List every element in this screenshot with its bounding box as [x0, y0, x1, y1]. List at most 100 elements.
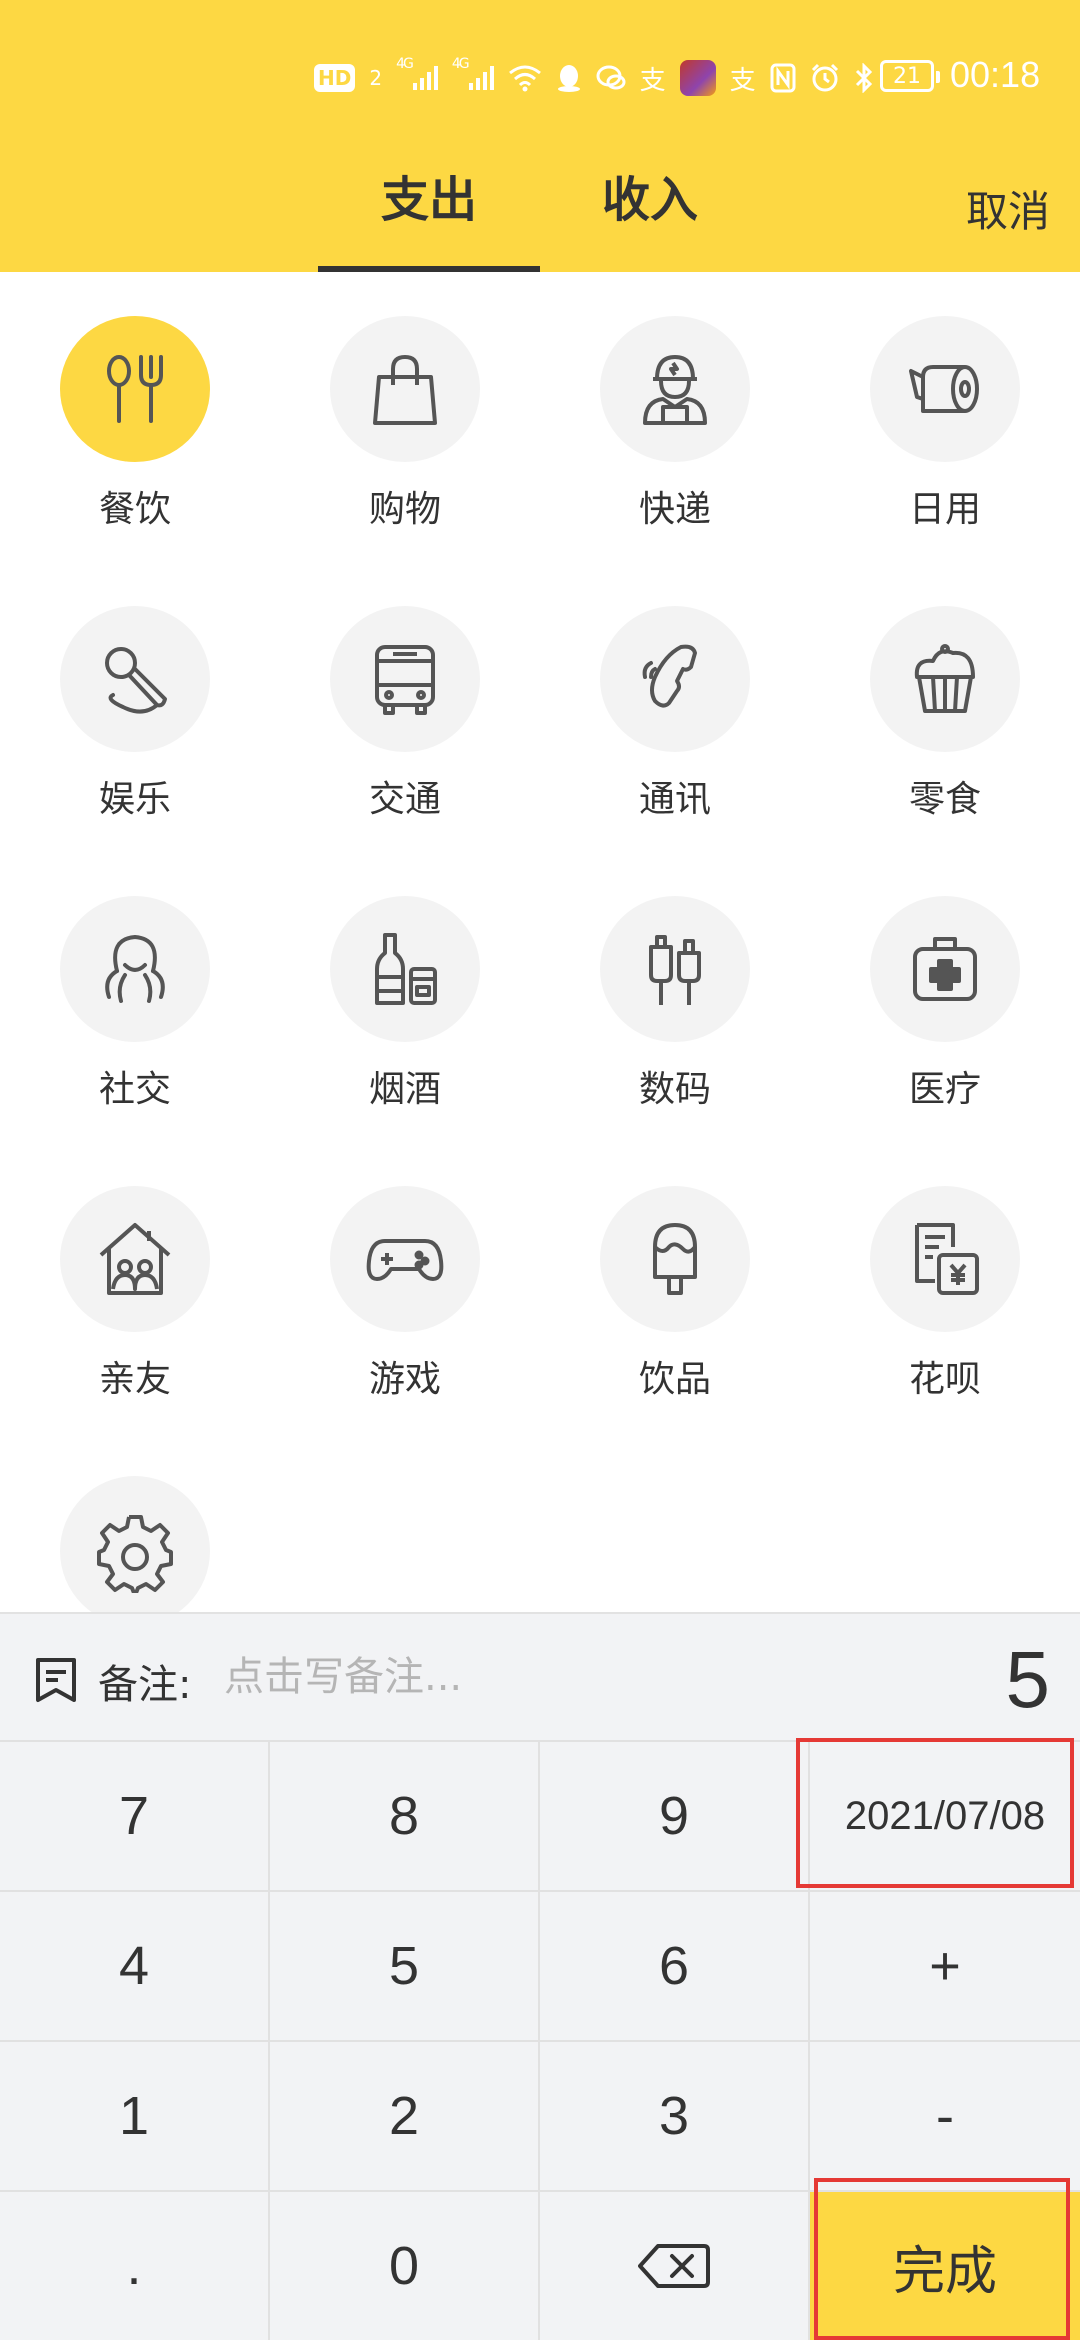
category-label: 花呗 — [908, 1359, 981, 1400]
category-icon-circle — [870, 316, 1020, 462]
key-9[interactable]: 9 — [540, 1740, 810, 1890]
category-transport[interactable]: 交通 — [270, 562, 540, 822]
category-icon-circle — [600, 1186, 750, 1332]
tab-expense[interactable]: 支出 — [318, 160, 540, 272]
gear-icon — [97, 1515, 173, 1593]
bill-yuan-icon — [915, 1223, 979, 1295]
key-6[interactable]: 6 — [540, 1890, 810, 2040]
category-drinks[interactable]: 饮品 — [540, 1142, 810, 1402]
category-label: 游戏 — [368, 1359, 441, 1400]
chat-icon — [596, 56, 626, 100]
network-type-label: 4G — [396, 56, 414, 72]
backspace-button[interactable] — [540, 2190, 810, 2340]
microphone-icon — [105, 647, 167, 714]
courier-icon — [643, 355, 707, 425]
key-5[interactable]: 5 — [270, 1890, 540, 2040]
nfc-icon — [770, 56, 796, 100]
category-daily[interactable]: 日用 — [810, 272, 1080, 532]
qq-icon — [556, 56, 582, 100]
gamepad-icon — [366, 1239, 444, 1281]
category-social[interactable]: 社交 — [0, 852, 270, 1112]
key-3[interactable]: 3 — [540, 2040, 810, 2190]
medical-kit-icon — [913, 937, 977, 1001]
category-express[interactable]: 快递 — [540, 272, 810, 532]
category-dining[interactable]: 餐饮 — [0, 272, 270, 532]
alipay-icon: 支 — [729, 65, 756, 96]
category-telecom[interactable]: 通讯 — [540, 562, 810, 822]
game-avatar-icon — [679, 60, 716, 96]
category-icon-circle — [870, 606, 1020, 752]
category-icon-circle — [600, 316, 750, 462]
category-icon-circle — [60, 1186, 210, 1332]
signal-4g-icon: 4G — [452, 56, 494, 100]
type-tabs: 支出 收入 — [0, 160, 1080, 272]
category-icon-circle — [330, 1186, 480, 1332]
category-label: 娱乐 — [98, 779, 171, 820]
hd-icon: HD — [314, 64, 356, 92]
category-icon-circle — [870, 896, 1020, 1042]
header-bar: HD 2 4G 4G 支 支 21 00:18 支出 收入 取消 — [0, 0, 1080, 272]
category-label: 日用 — [908, 489, 981, 530]
category-icon-circle — [600, 606, 750, 752]
category-label: 交通 — [368, 779, 441, 820]
status-time: 00:18 — [950, 54, 1041, 95]
shopping-bag-icon — [373, 355, 437, 425]
note-icon — [36, 1658, 76, 1702]
key-1[interactable]: 1 — [0, 2040, 270, 2190]
category-digital[interactable]: 数码 — [540, 852, 810, 1112]
status-icons: HD 2 4G 4G 支 支 — [314, 56, 874, 100]
category-label: 医疗 — [908, 1069, 981, 1110]
done-button[interactable]: 完成 — [810, 2190, 1080, 2340]
category-tobacco-alcohol[interactable]: 烟酒 — [270, 852, 540, 1112]
category-icon-circle — [60, 896, 210, 1042]
category-label: 快递 — [638, 489, 711, 530]
backspace-icon — [638, 2244, 710, 2288]
key-plus[interactable]: + — [810, 1890, 1080, 2040]
category-friends-family[interactable]: 亲友 — [0, 1142, 270, 1402]
category-icon-circle — [330, 606, 480, 752]
key-7[interactable]: 7 — [0, 1740, 270, 1890]
category-icon-circle — [600, 896, 750, 1042]
bus-icon — [375, 645, 435, 715]
category-snacks[interactable]: 零食 — [810, 562, 1080, 822]
category-icon-circle — [60, 316, 210, 462]
date-picker-button[interactable]: 2021/07/08 — [810, 1740, 1080, 1890]
note-input[interactable] — [222, 1644, 826, 1710]
popsicle-icon — [653, 1223, 697, 1295]
key-minus[interactable]: - — [810, 2040, 1080, 2190]
key-decimal[interactable]: . — [0, 2190, 270, 2340]
bluetooth-icon — [854, 56, 874, 100]
category-medical[interactable]: 医疗 — [810, 852, 1080, 1112]
category-label: 饮品 — [638, 1359, 711, 1400]
key-2[interactable]: 2 — [270, 2040, 540, 2190]
category-label: 社交 — [98, 1069, 171, 1110]
cancel-button[interactable]: 取消 — [966, 178, 1050, 239]
category-icon-circle — [60, 606, 210, 752]
key-4[interactable]: 4 — [0, 1890, 270, 2040]
tissue-roll-icon — [909, 365, 979, 413]
key-0[interactable]: 0 — [270, 2190, 540, 2340]
category-settings[interactable] — [0, 1432, 270, 1612]
octopus-icon — [105, 935, 165, 1003]
bottle-icon — [375, 933, 437, 1005]
category-icon-circle — [330, 316, 480, 462]
cupcake-icon — [914, 644, 975, 713]
sim2-icon: 2 — [369, 66, 383, 90]
category-label: 餐饮 — [98, 489, 171, 530]
category-label: 零食 — [908, 779, 981, 820]
alarm-icon — [810, 56, 840, 100]
key-8[interactable]: 8 — [270, 1740, 540, 1890]
tab-income[interactable]: 收入 — [560, 160, 740, 272]
category-huabei[interactable]: 花呗 — [810, 1142, 1080, 1402]
note-bar: 备注: 5 — [0, 1612, 1080, 1740]
keypad: 7 8 9 2021/07/08 4 5 6 + 1 2 3 - . 0 完成 — [0, 1738, 1080, 2340]
category-icon-circle — [60, 1476, 210, 1612]
wifi-icon — [508, 56, 542, 100]
category-games[interactable]: 游戏 — [270, 1142, 540, 1402]
category-icon-circle — [330, 896, 480, 1042]
category-shopping[interactable]: 购物 — [270, 272, 540, 532]
category-label: 通讯 — [638, 779, 711, 820]
category-label: 亲友 — [98, 1359, 171, 1400]
category-label: 购物 — [368, 489, 441, 530]
category-entertainment[interactable]: 娱乐 — [0, 562, 270, 822]
